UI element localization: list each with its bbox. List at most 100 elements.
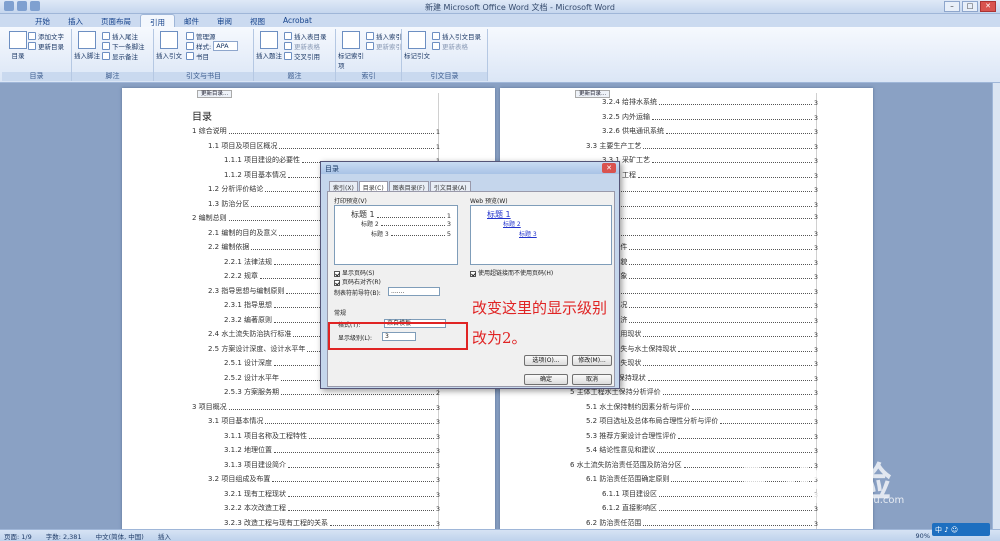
ribbon-tab-2[interactable]: 页面布局 [92,14,140,27]
modify-button[interactable]: 修改(M)... [572,355,612,366]
toc-entry[interactable]: 3.2.5 内外运输 3 [602,112,818,122]
insert-citation-button[interactable]: 插入引文 [156,31,182,60]
toc-entry[interactable]: 5.1 水土保持制约因素分析与评价 3 [586,402,818,412]
toc-entry[interactable]: 3.2.1 现有工程现状 3 [224,489,440,499]
toc-entry[interactable]: 4.1 地质条件3 [586,242,818,252]
insert-index-button[interactable]: 插入索引 [366,31,402,41]
toc-entry[interactable]: 4.6 社会经济3 [586,315,818,325]
toc-entry[interactable]: 3.5 平衡3 [586,199,818,209]
cross-reference-button[interactable]: 交叉引用 [284,51,327,61]
toc-entry[interactable]: 3.2.2 本次改造工程 3 [224,503,440,513]
toc-entry[interactable]: 3.1.3 项目建设简介 3 [224,460,440,470]
toc-entry[interactable]: 1 综合说明 1 [192,126,440,136]
toc-entry-page: 3 [435,461,440,470]
ribbon-tab-1[interactable]: 插入 [59,14,92,27]
close-button[interactable]: ✕ [980,1,996,12]
ribbon-tab-3[interactable]: 引用 [140,14,175,27]
toc-entry[interactable]: 3 [586,213,818,221]
toc-entry[interactable]: 3.4 施3 [586,184,818,194]
toc-entry[interactable]: 4.8 水土流失与水土保持现状 3 [586,344,818,354]
toc-entry[interactable]: 4.10 水土保持现状3 [586,373,818,383]
footnote-group: 插入脚注 插入尾注 下一条脚注 显示备注 脚注 [72,29,154,81]
ribbon-tab-7[interactable]: Acrobat [274,14,321,27]
toc-entry[interactable]: 4.7 土地利用现状3 [586,329,818,339]
ribbon-tabs: 开始 插入 页面布局 引用 邮件 审阅 视图 Acrobat [0,14,1000,27]
save-icon[interactable] [17,1,27,11]
manage-sources-button[interactable]: 管理源 [186,31,238,41]
insert-caption-button[interactable]: 插入题注 [256,31,282,60]
toc-entry-text: 2.4 水土流失防治执行标准 [208,330,292,338]
toc-field-tab[interactable]: 更新目录... [197,90,233,98]
ribbon-tab-4[interactable]: 邮件 [175,14,208,27]
ok-button[interactable]: 确定 [524,374,568,385]
undo-icon[interactable] [30,1,40,11]
insert-authorities-button[interactable]: 插入引文目录 [432,31,481,41]
update-table-button[interactable]: 更新表格 [284,41,327,51]
next-footnote-button[interactable]: 下一条脚注 [102,41,145,51]
toc-entry-page: 3 [813,389,818,397]
toc-entry[interactable]: 6.2 防治责任范围 3 [586,518,818,528]
toc-entry[interactable]: 3.2.4 给排水系统 3 [602,97,818,107]
dialog-close-button[interactable]: ✕ [602,163,616,173]
toc-entry-page: 3 [813,200,818,209]
ime-toolbar[interactable]: 中 ♪ ☺ [932,523,990,536]
right-align-checkbox[interactable]: 页码右对齐(R) [334,277,381,286]
update-index-button[interactable]: 更新索引 [366,41,402,51]
toc-leader [629,263,812,265]
toc-entry[interactable]: 3.3.2 工程3 [602,170,818,180]
baidu-watermark-url: jingyan.baidu.com [812,495,905,506]
toc-entry[interactable]: 5.3 推荐方案设计合理性评价 3 [586,431,818,441]
toc-entry[interactable]: 3.2.6 供电通讯系统 3 [602,126,818,136]
toc-entry-page: 3 [813,99,818,107]
toc-entry[interactable]: 3 项目概况 3 [192,402,440,412]
cancel-button[interactable]: 取消 [572,374,612,385]
update-authorities-button[interactable]: 更新表格 [432,41,481,51]
add-text-button[interactable]: 添加文字 [28,31,64,41]
insert-citation-label: 插入引文 [156,52,182,60]
toc-entry-text: 3.2.4 给排水系统 [602,98,658,106]
mark-citation-button[interactable]: 标记引文 [404,31,430,60]
toc-entry[interactable]: 3.3.1 采矿工艺 3 [602,155,818,165]
toc-entry[interactable]: 4.3 气候气象3 [586,271,818,281]
toc-entry-text: 3.1.1 项目名称及工程特性 [224,431,308,440]
insert-footnote-button[interactable]: 插入脚注 [74,31,100,60]
toc-entry[interactable]: 3.1.1 项目名称及工程特性 3 [224,431,440,441]
show-page-numbers-checkbox[interactable]: 显示页码(S) [334,268,375,277]
ribbon-tab-6[interactable]: 视图 [241,14,274,27]
maximize-button[interactable]: □ [962,1,978,12]
status-mode[interactable]: 插入 [158,531,171,541]
tab-leader-select[interactable]: ....... [388,287,440,296]
toc-entry-page: 3 [435,447,440,455]
insert-endnote-button[interactable]: 插入尾注 [102,31,145,41]
update-toc-button[interactable]: 更新目录 [28,41,64,51]
toc-entry[interactable]: 3.1.2 地理位置 3 [224,445,440,455]
mark-entry-button[interactable]: 标记索引项 [338,31,364,70]
use-hyperlinks-checkbox[interactable]: 使用超链接而不使用页码(H) [470,268,553,277]
show-notes-button[interactable]: 显示备注 [102,51,145,61]
status-page[interactable]: 页面: 1/9 [4,531,32,541]
toc-entry[interactable]: 4.5 经济概况3 [586,300,818,310]
status-zoom[interactable]: 90% [916,532,930,540]
minimize-button[interactable]: – [944,1,960,12]
toc-entry-page: 3 [435,476,440,484]
options-button[interactable]: 选项(O)... [524,355,568,366]
ribbon-tab-0[interactable]: 开始 [26,14,59,27]
vertical-scrollbar[interactable] [992,83,1000,529]
status-words[interactable]: 字数: 2,381 [46,531,82,541]
toc-entry[interactable]: 3.1 项目基本情况 3 [208,416,440,426]
ribbon-tab-5[interactable]: 审阅 [208,14,241,27]
style-select[interactable]: 样式: APA [186,41,238,51]
status-language[interactable]: 中文(简体, 中国) [96,531,144,541]
bibliography-button[interactable]: 书目 [186,51,238,61]
toc-entry[interactable]: 4.2 地形地貌3 [586,257,818,267]
toc-entry[interactable]: 1.1 项目及项目区概况 1 [208,141,440,151]
insert-figure-toc-button[interactable]: 插入表目录 [284,31,327,41]
toc-entry[interactable]: 3.2.3 改造工程与现有工程的关系 3 [224,518,440,528]
office-button-icon[interactable] [4,1,14,11]
toc-entry-text: 3.3 主要生产工艺 [586,141,642,150]
toc-entry[interactable]: 4.4 水文3 [586,286,818,296]
toc-entry[interactable]: 4.9 水土流失现状3 [586,358,818,368]
toc-entry[interactable]: 3.2 项目组成及布置 3 [208,474,440,484]
toc-entry[interactable]: 5.2 项目选址及总体布局合理性分析与评价 3 [586,416,818,426]
toc-entry[interactable]: 3.3 主要生产工艺 3 [586,141,818,151]
